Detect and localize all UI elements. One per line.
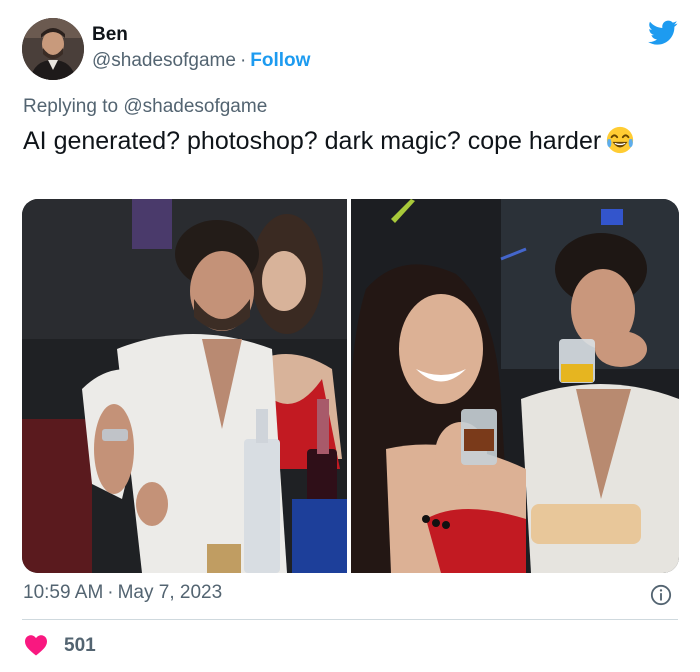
- avatar[interactable]: [22, 18, 84, 80]
- author-handle-line: @shadesofgame · Follow: [92, 50, 310, 72]
- reply-mention[interactable]: @shadesofgame: [123, 96, 267, 117]
- twitter-bird-icon[interactable]: [648, 20, 678, 46]
- divider: [22, 619, 678, 620]
- tweet-text-content: AI generated? photoshop? dark magic? cop…: [23, 127, 602, 155]
- tweet-text: AI generated? photoshop? dark magic? cop…: [23, 125, 663, 157]
- tweet-time: 10:59 AM: [23, 582, 104, 603]
- media-grid: [22, 199, 679, 573]
- heart-icon[interactable]: [24, 634, 48, 656]
- tweet-date: May 7, 2023: [117, 582, 223, 603]
- info-icon[interactable]: [650, 584, 672, 606]
- timestamp-separator: ·: [107, 582, 114, 603]
- tweet-card: Ben @shadesofgame · Follow Replying to @sh…: [0, 0, 700, 672]
- handle-separator: ·: [239, 50, 247, 71]
- like-count[interactable]: 501: [64, 635, 96, 657]
- face-with-tears-of-joy-icon: [607, 126, 634, 154]
- photo-right[interactable]: [351, 199, 679, 573]
- follow-button[interactable]: Follow: [250, 50, 310, 71]
- author-handle[interactable]: @shadesofgame: [92, 50, 236, 71]
- photo-left[interactable]: [22, 199, 347, 573]
- tweet-timestamp[interactable]: 10:59 AM · May 7, 2023: [23, 582, 222, 604]
- reply-prefix: Replying to: [23, 96, 119, 117]
- reply-context: Replying to @shadesofgame: [23, 96, 267, 118]
- author-name[interactable]: Ben: [92, 24, 128, 46]
